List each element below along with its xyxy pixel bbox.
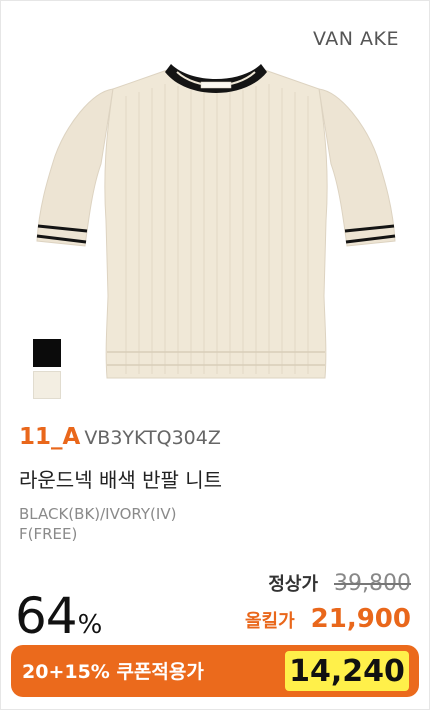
swatch-black[interactable] (33, 339, 61, 367)
sale-price: 21,900 (310, 604, 411, 634)
sku-code: VB3YKTQ304Z (84, 427, 221, 449)
regular-price: 39,800 (334, 571, 411, 596)
swatch-ivory[interactable] (33, 371, 61, 399)
discount-number: 64 (15, 587, 78, 645)
product-name[interactable]: 라운드넥 배색 반팔 니트 (19, 464, 222, 493)
regular-price-label: 정상가 (268, 574, 319, 595)
coupon-label: 20+15% 쿠폰적용가 (22, 661, 204, 683)
size-options: F(FREE) (19, 525, 78, 543)
coupon-price: 14,240 (285, 651, 409, 691)
model-label: 11_A (19, 424, 81, 450)
sale-price-row: 올킬가 21,900 (245, 604, 411, 634)
product-code: 11_A VB3YKTQ304Z (19, 424, 221, 450)
discount-unit: % (77, 610, 103, 640)
coupon-price-bar[interactable]: 20+15% 쿠폰적용가 14,240 (11, 645, 419, 697)
sale-price-label: 올킬가 (244, 611, 295, 632)
brand-name: VAN AKE (313, 28, 399, 50)
regular-price-row: 정상가 39,800 (268, 570, 411, 596)
color-options: BLACK(BK)/IVORY(IV) (19, 505, 177, 523)
product-image[interactable] (21, 56, 411, 396)
product-card[interactable]: VAN AKE 11_A VB3YKTQ304Z 라운드넥 배색 반팔 니트 B… (0, 0, 430, 710)
discount-rate: 64% (15, 587, 102, 645)
